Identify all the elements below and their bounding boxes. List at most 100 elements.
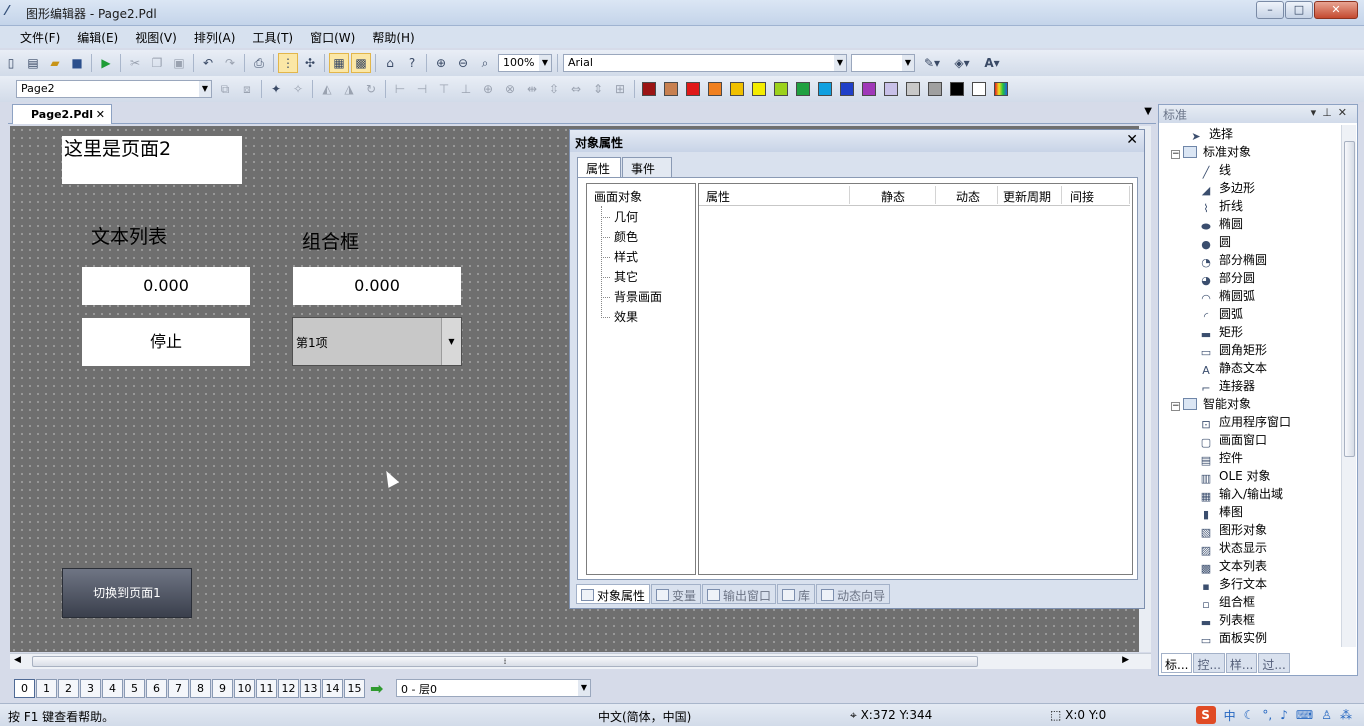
punct-icon[interactable]: °,: [1262, 708, 1272, 722]
page-title-text[interactable]: 这里是页面2: [62, 136, 242, 184]
tree-item-smart-12[interactable]: ▭ 面板实例: [1159, 629, 1341, 647]
scroll-thumb[interactable]: [1344, 141, 1355, 457]
layer-button-8[interactable]: 8: [190, 678, 211, 698]
zoom-out-icon[interactable]: ⊖: [453, 53, 473, 73]
tree-item-smart-7[interactable]: ▨ 状态显示: [1159, 539, 1341, 557]
text-list-label[interactable]: 文本列表: [91, 222, 167, 249]
layer-button-10[interactable]: 10: [234, 678, 255, 698]
tree-item-smart-0[interactable]: ⊡ 应用程序窗口: [1159, 413, 1341, 431]
layer-button-6[interactable]: 6: [146, 678, 167, 698]
tab-controls[interactable]: 控...: [1193, 653, 1225, 673]
tree-item-smart-1[interactable]: ▢ 画面窗口: [1159, 431, 1341, 449]
close-icon[interactable]: ✕: [1126, 132, 1138, 148]
wand-icon[interactable]: ✦: [266, 79, 286, 99]
new-file-icon[interactable]: ▯: [1, 53, 21, 73]
tree-item-smart-3[interactable]: ▥ OLE 对象: [1159, 467, 1341, 485]
tree-item-smart-5[interactable]: ▮ 棒图: [1159, 503, 1341, 521]
tree-group-smart[interactable]: − 智能对象: [1159, 395, 1341, 413]
more-colors-icon[interactable]: [994, 82, 1008, 96]
color-swatch[interactable]: [928, 82, 942, 96]
chevron-down-icon[interactable]: ▼: [441, 318, 461, 365]
tree-item-smart-9[interactable]: ▪ 多行文本: [1159, 575, 1341, 593]
cut-icon[interactable]: ✂: [125, 53, 145, 73]
grid-icon[interactable]: ⋮: [278, 53, 298, 73]
ime-toolbar[interactable]: S 中 ☾ °, ♪ ⌨ ♙ ⁂: [1195, 706, 1356, 724]
col-indirect[interactable]: 间接: [1070, 188, 1094, 205]
undo-icon[interactable]: ↶: [198, 53, 218, 73]
canvas-horizontal-scrollbar[interactable]: ◀ ⁞ ▶: [10, 653, 1151, 669]
tree-item-smart-8[interactable]: ▩ 文本列表: [1159, 557, 1341, 575]
tree-item-standard-5[interactable]: ◔ 部分椭圆: [1159, 251, 1341, 269]
copy-icon[interactable]: ❐: [147, 53, 167, 73]
same-size-icon[interactable]: ⊞: [610, 79, 630, 99]
tab-process[interactable]: 过...: [1258, 653, 1290, 673]
library-icon[interactable]: ▩: [351, 53, 371, 73]
close-icon[interactable]: ✕: [96, 108, 105, 121]
tree-item-standard-9[interactable]: ▬ 矩形: [1159, 323, 1341, 341]
layer-button-9[interactable]: 9: [212, 678, 233, 698]
color-swatch[interactable]: [752, 82, 766, 96]
font-combo[interactable]: Arial ▼: [563, 54, 847, 72]
color-swatch[interactable]: [906, 82, 920, 96]
color-swatch[interactable]: [796, 82, 810, 96]
layer-button-2[interactable]: 2: [58, 678, 79, 698]
tree-item-standard-10[interactable]: ▭ 圆角矩形: [1159, 341, 1341, 359]
layer-button-7[interactable]: 7: [168, 678, 189, 698]
line-color-icon[interactable]: ✎▾: [918, 53, 946, 73]
tree-item-smart-10[interactable]: ▫ 组合框: [1159, 593, 1341, 611]
layer-button-4[interactable]: 4: [102, 678, 123, 698]
distribute-v-icon[interactable]: ⇳: [544, 79, 564, 99]
font-color-icon[interactable]: A▾: [978, 53, 1006, 73]
scroll-thumb[interactable]: ⁞: [32, 656, 978, 667]
tree-item-standard-6[interactable]: ◕ 部分圆: [1159, 269, 1341, 287]
tab-library[interactable]: 库: [777, 584, 816, 604]
tree-item-standard-0[interactable]: ╱ 线: [1159, 161, 1341, 179]
collapse-icon[interactable]: −: [1171, 150, 1180, 159]
tree-root[interactable]: 画面对象: [587, 187, 695, 207]
tab-output-window[interactable]: 输出窗口: [702, 584, 777, 604]
tree-item-effects[interactable]: 效果: [587, 307, 695, 327]
tree-item-standard-4[interactable]: ● 圆: [1159, 233, 1341, 251]
center-h-icon[interactable]: ⊗: [500, 79, 520, 99]
group-icon[interactable]: ⧉: [215, 79, 235, 99]
tools-icon[interactable]: ⁂: [1340, 708, 1352, 722]
col-update-cycle[interactable]: 更新周期: [1003, 188, 1051, 205]
mic-icon[interactable]: ♪: [1280, 708, 1288, 722]
tab-object-properties[interactable]: 对象属性: [576, 584, 651, 604]
layer-button-3[interactable]: 3: [80, 678, 101, 698]
font-size-combo[interactable]: ▼: [851, 54, 915, 72]
combo-box[interactable]: 第1项 ▼: [292, 317, 462, 366]
layer-button-15[interactable]: 15: [344, 678, 365, 698]
restore-button[interactable]: □: [1285, 1, 1313, 19]
layer-button-1[interactable]: 1: [36, 678, 57, 698]
color-swatch[interactable]: [862, 82, 876, 96]
tree-item-select[interactable]: ➤ 选择: [1159, 125, 1341, 143]
panel-vertical-scrollbar[interactable]: [1341, 125, 1356, 647]
zoom-combo[interactable]: 100% ▼: [498, 54, 552, 72]
io-field-1[interactable]: 0.000: [82, 267, 250, 305]
tree-item-smart-2[interactable]: ▤ 控件: [1159, 449, 1341, 467]
tree-item-styles[interactable]: 样式: [587, 247, 695, 267]
tree-item-background[interactable]: 背景画面: [587, 287, 695, 307]
color-swatch[interactable]: [708, 82, 722, 96]
tree-group-standard[interactable]: − 标准对象: [1159, 143, 1341, 161]
color-swatch[interactable]: [950, 82, 964, 96]
moon-icon[interactable]: ☾: [1244, 708, 1255, 722]
save-icon[interactable]: ■: [67, 53, 87, 73]
layers-icon[interactable]: ▦: [329, 53, 349, 73]
menu-tools[interactable]: 工具(T): [252, 29, 293, 46]
col-dynamic[interactable]: 动态: [956, 188, 980, 205]
help-pointer-icon[interactable]: ?: [402, 53, 422, 73]
align-left-icon[interactable]: ⊢: [390, 79, 410, 99]
page-combo[interactable]: Page2 ▼: [16, 80, 212, 98]
new-page-icon[interactable]: ▤: [23, 53, 43, 73]
tree-item-standard-12[interactable]: ⌐ 连接器: [1159, 377, 1341, 395]
properties-title-bar[interactable]: 对象属性 ✕: [570, 130, 1144, 152]
layer-button-11[interactable]: 11: [256, 678, 277, 698]
redo-icon[interactable]: ↷: [220, 53, 240, 73]
align-top-icon[interactable]: ⊤: [434, 79, 454, 99]
scroll-right-icon[interactable]: ▶: [1122, 655, 1129, 665]
tab-styles[interactable]: 样...: [1225, 653, 1258, 673]
layer-button-0[interactable]: 0: [14, 678, 35, 698]
tab-standard[interactable]: 标...: [1161, 653, 1193, 673]
